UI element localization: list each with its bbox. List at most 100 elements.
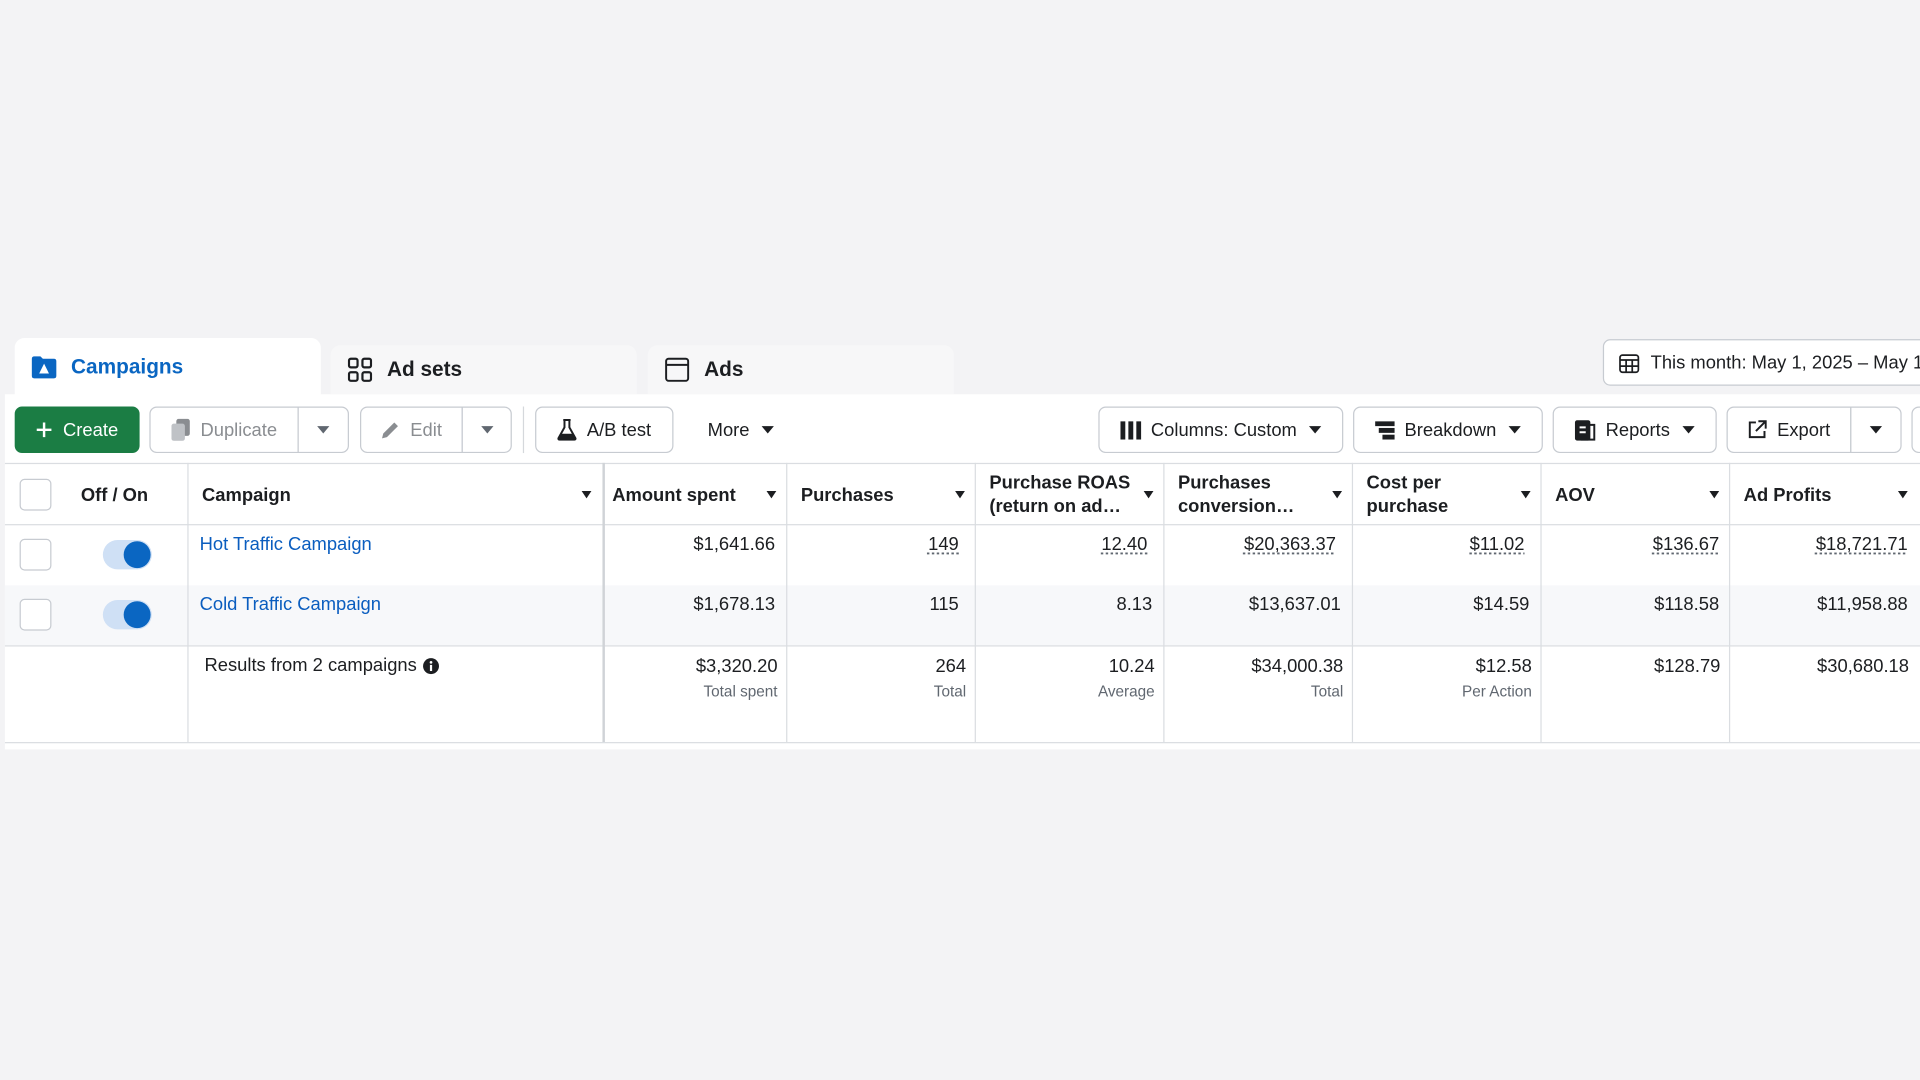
create-label: Create [63,419,119,441]
total-conversion-sub: Total [1310,683,1344,701]
total-amount-spent: $3,320.20 [695,656,778,678]
chevron-down-icon [480,426,493,434]
reports-label: Reports [1605,419,1670,441]
toolbar-divider [522,406,525,454]
sort-caret-icon[interactable] [1709,491,1720,499]
chevron-down-icon [1508,426,1521,434]
header-campaign[interactable]: Campaign [202,473,592,517]
chevron-down-icon [1682,426,1695,434]
col-divider [1728,462,1731,743]
more-button[interactable]: More [685,406,796,454]
col-divider [1540,462,1542,743]
row-checkbox[interactable] [19,538,52,571]
col-divider [602,462,605,743]
select-all-checkbox[interactable] [19,478,52,511]
chevron-down-icon [1869,426,1883,434]
sort-caret-icon[interactable] [581,491,592,499]
sort-caret-icon[interactable] [1520,491,1531,499]
sort-caret-icon[interactable] [1143,491,1154,499]
chevron-down-icon [317,426,330,434]
tab-ads[interactable]: Ads [647,345,954,395]
roas-cell: 8.13 [1116,593,1153,615]
duplicate-icon [171,418,191,441]
plus-icon [36,421,53,438]
total-roas-sub: Average [1097,683,1155,701]
edit-button[interactable]: Edit [360,406,463,454]
results-label: Results from 2 campaigns [204,655,417,676]
row-checkbox[interactable] [19,598,52,631]
ad-profits-cell[interactable]: $18,721.71 [1816,534,1908,555]
col-divider [1351,462,1354,743]
total-purchases-sub: Total [933,683,967,701]
header-aov[interactable]: AOV [1555,473,1720,517]
export-button[interactable]: Export [1726,406,1852,454]
date-range-label: This month: May 1, 2025 – May 1 [1650,352,1920,373]
totals-divider [4,645,1920,647]
amount-spent-cell: $1,678.13 [693,593,776,615]
total-amount-spent-sub: Total spent [703,683,778,701]
duplicate-label: Duplicate [200,419,278,441]
breakdown-icon [1375,420,1395,439]
purchases-cell[interactable]: 149 [928,534,959,555]
sort-caret-icon[interactable] [766,491,777,499]
campaigns-folder-icon [31,354,58,381]
edit-dropdown[interactable] [461,406,512,454]
overflow-button[interactable] [1911,406,1920,454]
create-button[interactable]: Create [14,406,140,454]
export-dropdown[interactable] [1850,406,1902,454]
header-purchase-roas[interactable]: Purchase ROAS (return on ad… [989,473,1154,517]
amount-spent-cell: $1,641.66 [693,533,776,555]
chevron-down-icon [761,426,774,434]
duplicate-button[interactable]: Duplicate [149,406,299,454]
sort-caret-icon[interactable] [1897,491,1908,499]
header-purchases-conversion[interactable]: Purchases conversion… [1178,473,1343,517]
sort-caret-icon[interactable] [1332,491,1343,499]
campaign-name-link[interactable]: Hot Traffic Campaign [200,534,372,555]
breakdown-label: Breakdown [1404,419,1497,441]
total-purchases: 264 [935,656,967,678]
header-cost-per-purchase[interactable]: Cost per purchase [1367,473,1531,517]
grid-icon [347,356,374,383]
reports-button[interactable]: Reports [1552,406,1717,454]
header-ad-profits[interactable]: Ad Profits [1744,473,1908,517]
date-range-picker[interactable]: This month: May 1, 2025 – May 1 [1602,339,1920,386]
ab-test-label: A/B test [586,419,652,441]
conversion-cell[interactable]: $20,363.37 [1244,534,1336,555]
col-divider [1163,462,1165,743]
tab-campaigns-label: Campaigns [71,355,184,379]
cost-per-purchase-cell[interactable]: $11.02 [1470,534,1525,555]
purchases-cell: 115 [929,593,959,615]
columns-button[interactable]: Columns: Custom [1098,406,1344,454]
reports-icon [1575,419,1596,440]
campaign-toggle[interactable] [102,540,152,570]
columns-icon [1120,420,1142,439]
duplicate-dropdown[interactable] [297,406,349,454]
toggle-knob [123,541,151,569]
tab-campaigns[interactable]: Campaigns [14,337,321,397]
ab-test-button[interactable]: A/B test [535,406,674,454]
flask-icon [557,419,577,441]
header-purchases[interactable]: Purchases [801,473,965,517]
ad-window-icon [664,356,691,383]
chevron-down-icon [1309,426,1322,434]
edit-label: Edit [410,419,442,441]
total-ad-profits: $30,680.18 [1817,656,1909,678]
tab-ad-sets[interactable]: Ad sets [330,345,637,395]
sort-caret-icon[interactable] [955,491,965,499]
aov-cell[interactable]: $136.67 [1653,534,1719,555]
ad-profits-cell: $11,958.88 [1817,593,1908,615]
breakdown-button[interactable]: Breakdown [1353,406,1543,454]
header-amount-spent[interactable]: Amount spent [612,473,777,517]
campaign-name-link[interactable]: Cold Traffic Campaign [200,594,381,615]
col-divider [187,462,189,743]
campaign-toggle[interactable] [102,600,152,630]
tab-ad-sets-label: Ad sets [386,357,463,381]
results-summary: Results from 2 campaigns [204,655,440,676]
calendar-icon [1619,352,1640,373]
table-bottom-border [4,742,1920,744]
info-icon[interactable] [423,657,440,674]
total-conversion: $34,000.38 [1251,656,1344,678]
total-cost-per-purchase-sub: Per Action [1462,683,1532,701]
roas-cell[interactable]: 12.40 [1101,534,1147,555]
col-divider [786,462,788,743]
